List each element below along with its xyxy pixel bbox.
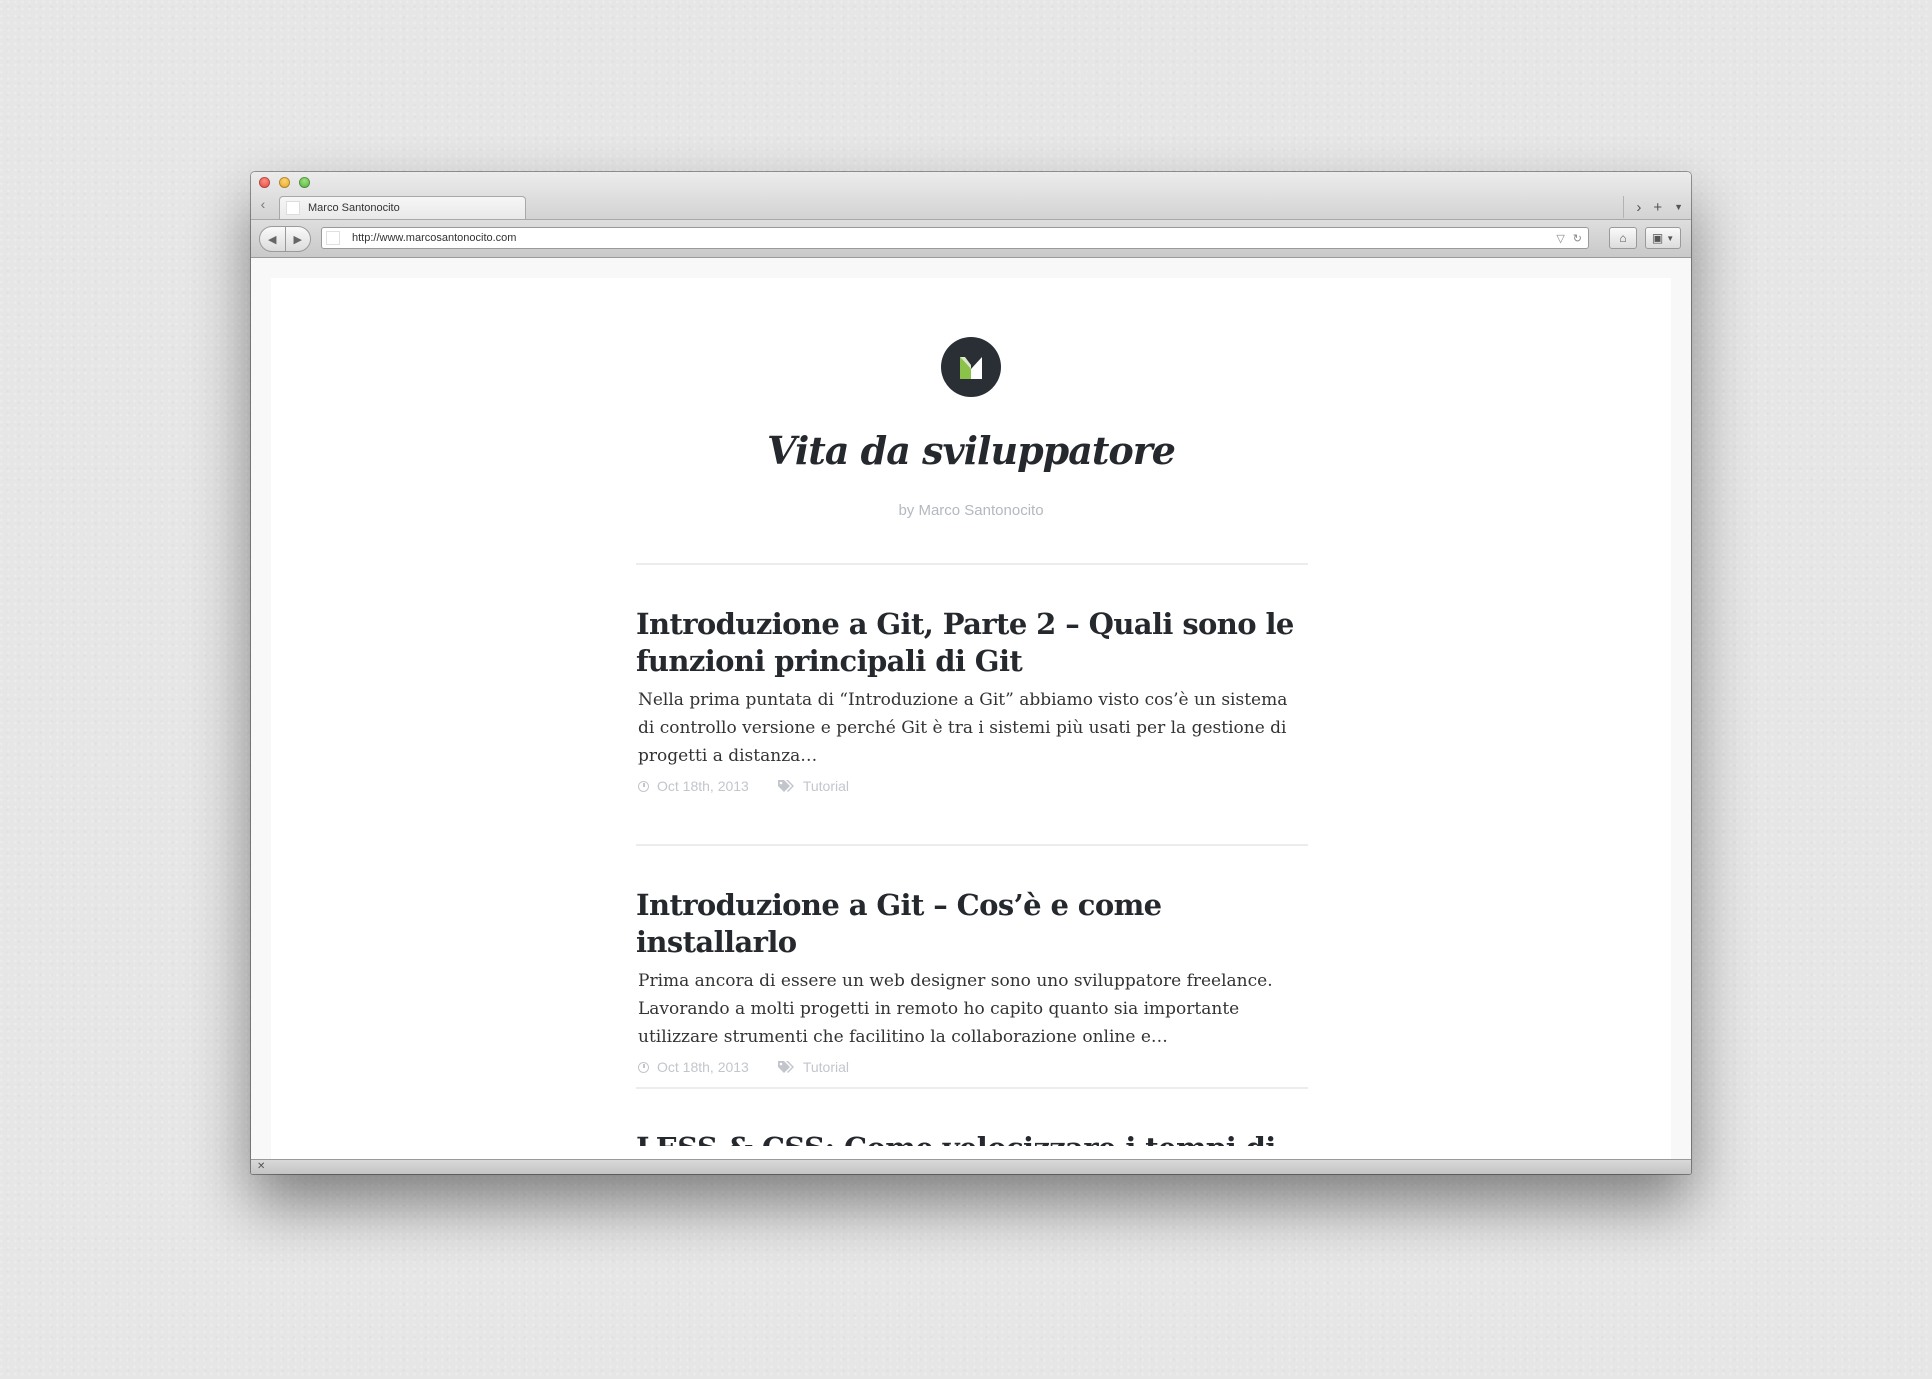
logo-mark-icon: [960, 357, 982, 379]
tags-icon: [777, 1060, 795, 1074]
page-viewport: Vita da sviluppatore by Marco Santonocit…: [251, 258, 1691, 1160]
divider: [636, 844, 1308, 846]
history-dropdown-icon[interactable]: ▽: [1556, 232, 1564, 245]
divider: [636, 563, 1308, 565]
site-title[interactable]: Vita da sviluppatore: [271, 428, 1671, 473]
navigation-bar: ◀ ▶ ▽ ↻ ⌂ ▣ ▼: [251, 220, 1691, 258]
chevron-down-icon: ▼: [1666, 233, 1675, 243]
divider: [636, 1087, 1308, 1089]
close-icon[interactable]: ✕: [257, 1160, 265, 1173]
post-item: Introduzione a Git, Parte 2 – Quali sono…: [636, 606, 1316, 794]
back-button[interactable]: ◀: [260, 227, 286, 251]
home-button[interactable]: ⌂: [1609, 227, 1637, 249]
post-title-link[interactable]: LESS & CSS: Come velocizzare i tempi di: [636, 1130, 1336, 1146]
minimize-window-button[interactable]: [279, 177, 290, 188]
zoom-window-button[interactable]: [299, 177, 310, 188]
bookmarks-button[interactable]: ▣ ▼: [1645, 227, 1681, 249]
url-input[interactable]: [352, 232, 1557, 244]
status-bar: ✕: [251, 1159, 1691, 1174]
address-bar[interactable]: ▽ ↻: [321, 227, 1589, 249]
clock-icon: [638, 780, 649, 792]
tab-scroll-right-icon[interactable]: ›: [1636, 199, 1641, 216]
post-title-link[interactable]: Introduzione a Git, Parte 2 – Quali sono…: [636, 606, 1316, 680]
address-bar-icons: ▽ ↻: [1556, 232, 1582, 245]
post-excerpt: Prima ancora di essere un web designer s…: [638, 971, 1273, 1047]
site-logo[interactable]: [941, 337, 1001, 397]
post-category-link[interactable]: Tutorial: [803, 778, 849, 794]
post-item-partial: LESS & CSS: Come velocizzare i tempi di: [636, 1130, 1336, 1146]
post-item: Introduzione a Git – Cos’è e come instal…: [636, 887, 1316, 1075]
tab-active[interactable]: Marco Santonocito: [279, 196, 526, 219]
reload-icon[interactable]: ↻: [1573, 232, 1582, 245]
browser-window: ‹ Marco Santonocito › + ▼ ◀ ▶ ▽ ↻ ⌂: [251, 172, 1691, 1174]
tags-icon: [777, 779, 795, 793]
divider: [1623, 196, 1625, 218]
tab-bar: ‹ Marco Santonocito › + ▼: [251, 172, 1691, 220]
post-category-link[interactable]: Tutorial: [803, 1059, 849, 1075]
post-date: Oct 18th, 2013: [657, 778, 749, 794]
history-buttons: ◀ ▶: [259, 226, 311, 252]
window-controls: [259, 177, 310, 188]
post-date: Oct 18th, 2013: [657, 1059, 749, 1075]
blog-page: Vita da sviluppatore by Marco Santonocit…: [271, 278, 1671, 1160]
site-identity-icon[interactable]: [326, 231, 340, 245]
clock-icon: [638, 1061, 649, 1073]
tab-controls: › + ▼: [1623, 196, 1683, 218]
forward-button[interactable]: ▶: [286, 227, 311, 251]
home-icon: ⌂: [1619, 231, 1627, 245]
tab-scroll-left-icon[interactable]: ‹: [257, 195, 269, 213]
tab-list-chevron-down-icon[interactable]: ▼: [1674, 202, 1683, 212]
close-window-button[interactable]: [259, 177, 270, 188]
post-excerpt: Nella prima puntata di “Introduzione a G…: [638, 690, 1288, 766]
post-meta: Oct 18th, 2013 Tutorial: [638, 778, 1316, 794]
tab-title: Marco Santonocito: [308, 202, 400, 214]
new-tab-icon[interactable]: +: [1653, 199, 1662, 216]
site-byline: by Marco Santonocito: [898, 502, 1044, 519]
post-meta: Oct 18th, 2013 Tutorial: [638, 1059, 1316, 1075]
favicon-icon: [286, 201, 300, 215]
bookmark-star-icon: ▣: [1651, 231, 1664, 245]
post-title-link[interactable]: Introduzione a Git – Cos’è e come instal…: [636, 887, 1316, 961]
